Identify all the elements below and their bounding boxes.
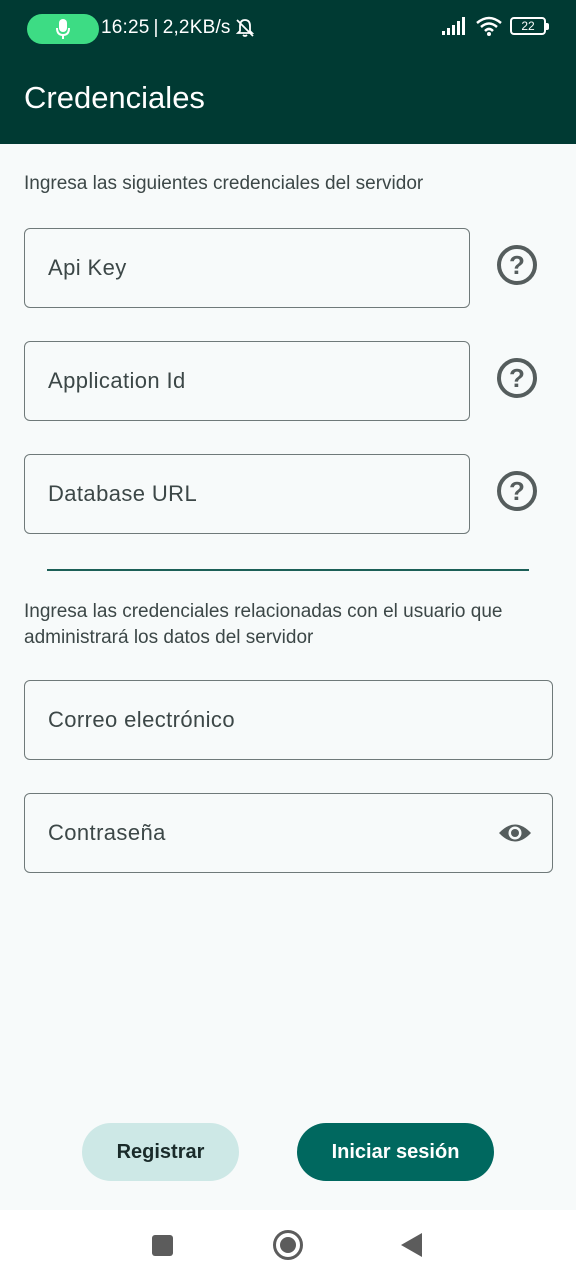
mic-icon <box>56 19 70 39</box>
home-icon-dot <box>280 1237 296 1253</box>
status-time: 16:25 <box>101 17 150 38</box>
status-info: 16:25 | 2,2KB/s <box>101 17 255 39</box>
password-field[interactable]: Contraseña <box>24 793 553 873</box>
back-icon[interactable] <box>401 1233 422 1257</box>
eye-icon[interactable] <box>498 822 532 844</box>
question-mark: ? <box>509 476 525 506</box>
login-button-label: Iniciar sesión <box>331 1140 460 1163</box>
login-button[interactable]: Iniciar sesión <box>297 1123 494 1181</box>
database-url-label: Database URL <box>48 481 198 506</box>
section-divider <box>47 569 529 571</box>
page-title: Credenciales <box>24 80 205 115</box>
email-field[interactable]: Correo electrónico <box>24 680 553 760</box>
database-url-field[interactable]: Database URL <box>24 454 470 534</box>
api-key-field[interactable]: Api Key <box>24 228 470 308</box>
battery-icon: 22 <box>510 17 549 35</box>
app-bar: Credenciales <box>0 60 576 144</box>
mic-indicator[interactable] <box>27 14 99 44</box>
signal-icon <box>442 17 465 35</box>
recent-apps-icon[interactable] <box>152 1235 173 1256</box>
wifi-icon <box>476 16 502 36</box>
application-id-label: Application Id <box>48 368 186 393</box>
application-id-help-icon[interactable]: ? <box>497 358 537 398</box>
server-intro-text: Ingresa las siguientes credenciales del … <box>24 173 424 194</box>
api-key-help-icon[interactable]: ? <box>497 245 537 285</box>
password-label: Contraseña <box>48 820 166 845</box>
application-id-field[interactable]: Application Id <box>24 341 470 421</box>
question-mark: ? <box>509 363 525 393</box>
database-url-help-icon[interactable]: ? <box>497 471 537 511</box>
question-mark: ? <box>509 250 525 280</box>
bell-off-icon <box>235 19 254 37</box>
status-separator: | <box>153 17 159 38</box>
status-bar: 16:25 | 2,2KB/s 22 <box>0 0 576 60</box>
api-key-label: Api Key <box>48 255 127 280</box>
register-button[interactable]: Registrar <box>82 1123 239 1181</box>
battery-level: 22 <box>521 19 535 33</box>
register-button-label: Registrar <box>116 1140 205 1163</box>
email-label: Correo electrónico <box>48 707 235 732</box>
network-speed: 2,2KB/s <box>162 17 231 38</box>
user-intro-line-1: Ingresa las credenciales relacionadas co… <box>24 601 503 622</box>
home-icon[interactable] <box>273 1230 303 1260</box>
user-intro-text: Ingresa las credenciales relacionadas co… <box>24 599 502 651</box>
status-icons: 22 <box>442 16 549 36</box>
user-intro-line-2: administrará los datos del servidor <box>24 627 314 648</box>
